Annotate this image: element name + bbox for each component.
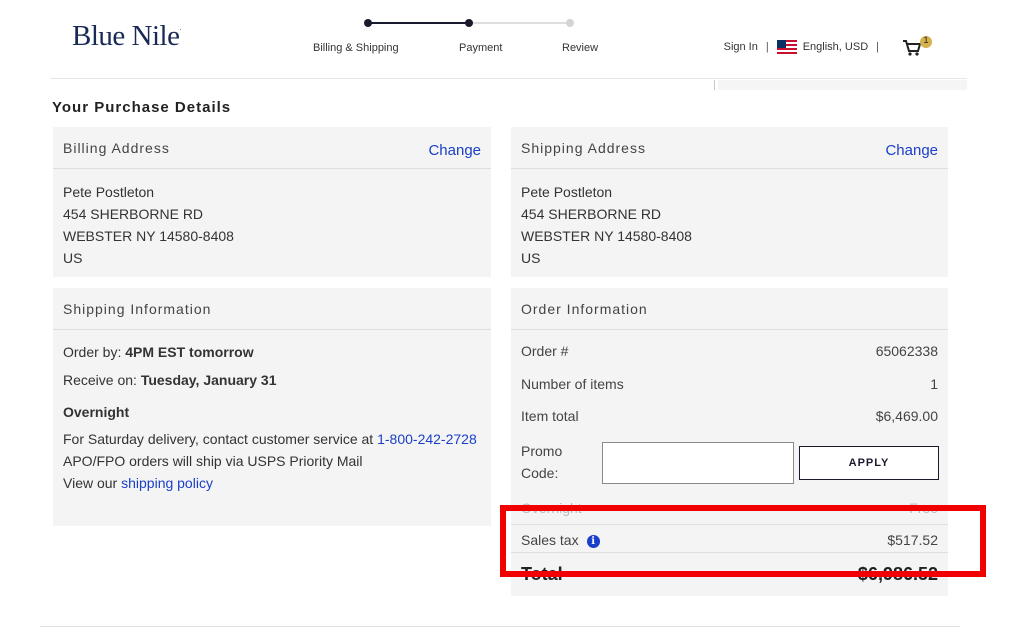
order-by-line: Order by: 4PM EST tomorrow — [63, 344, 254, 360]
billing-country: US — [63, 250, 83, 266]
header-divider — [50, 78, 967, 79]
header-utility: Sign In | English, USD | — [724, 40, 887, 54]
order-information-title: Order Information — [521, 300, 648, 317]
receive-on-line: Receive on: Tuesday, January 31 — [63, 372, 277, 388]
billing-address-header: Billing Address Change — [53, 127, 491, 169]
step-review: Review — [562, 42, 599, 54]
shipping-information-panel: Shipping Information Order by: 4PM EST t… — [53, 288, 491, 526]
cart-count-badge: 1 — [923, 35, 929, 45]
step-billing-dot — [364, 19, 372, 27]
shipping-information-header: Shipping Information — [53, 288, 491, 330]
language-selector[interactable]: English, USD — [776, 40, 869, 54]
shipping-country: US — [521, 250, 541, 266]
step-payment[interactable]: Payment — [459, 42, 502, 54]
item-total-row: Item total $6,469.00 — [521, 408, 938, 424]
sidebar-strip — [718, 80, 967, 90]
apply-promo-button[interactable]: APPLY — [799, 446, 939, 480]
apo-fpo-text: APO/FPO orders will ship via USPS Priori… — [63, 453, 363, 469]
checkout-progress: Billing & Shipping Payment Review — [300, 14, 620, 64]
blue-nile-logo[interactable]: Blue Nile. — [72, 20, 181, 53]
billing-change-link[interactable]: Change — [428, 142, 481, 159]
shipping-address-header: Shipping Address Change — [511, 127, 948, 169]
receive-on-value: Tuesday, January 31 — [140, 372, 277, 388]
customer-service-phone-link[interactable]: 1-800-242-2728 — [377, 431, 477, 447]
footer-divider — [40, 626, 960, 627]
shipping-address-body: Pete Postleton 454 SHERBORNE RD WEBSTER … — [511, 169, 948, 281]
order-information-header: Order Information — [511, 288, 948, 330]
shipping-information-body: Order by: 4PM EST tomorrow Receive on: T… — [53, 330, 491, 506]
page-title: Your Purchase Details — [52, 99, 232, 116]
separator: | — [765, 41, 769, 53]
billing-street: 454 SHERBORNE RD — [63, 206, 204, 222]
shipping-address-panel: Shipping Address Change Pete Postleton 4… — [511, 127, 948, 277]
billing-city: WEBSTER NY 14580-8408 — [63, 228, 234, 244]
separator: | — [876, 41, 879, 53]
step-payment-dot — [465, 19, 473, 27]
sidebar-edge — [714, 80, 715, 90]
step-billing-shipping[interactable]: Billing & Shipping — [313, 42, 399, 54]
shipping-address-title: Shipping Address — [521, 139, 646, 156]
shipping-city: WEBSTER NY 14580-8408 — [521, 228, 692, 244]
promo-code-input[interactable] — [602, 442, 794, 484]
shipping-method: Overnight — [63, 404, 130, 420]
progress-track — [364, 19, 574, 27]
promo-code-label: Promo Code: — [521, 443, 563, 481]
billing-address-body: Pete Postleton 454 SHERBORNE RD WEBSTER … — [53, 169, 491, 281]
order-number-value: 65062338 — [875, 343, 938, 359]
cart-button[interactable]: 1 — [902, 35, 934, 63]
highlight-annotation-box — [500, 505, 986, 577]
billing-name: Pete Postleton — [63, 184, 155, 200]
us-flag-icon — [776, 40, 797, 54]
number-of-items-value: 1 — [930, 376, 938, 392]
shipping-policy-line: View our shipping policy — [63, 475, 213, 491]
step-review-dot — [566, 19, 574, 27]
number-of-items-row: Number of items 1 — [521, 376, 938, 392]
sign-in-link[interactable]: Sign In — [724, 41, 758, 53]
shipping-policy-link[interactable]: shipping policy — [121, 475, 213, 491]
shipping-name: Pete Postleton — [521, 184, 613, 200]
item-total-value: $6,469.00 — [875, 408, 938, 424]
shipping-change-link[interactable]: Change — [885, 142, 938, 159]
order-by-value: 4PM EST tomorrow — [125, 344, 254, 360]
shipping-information-title: Shipping Information — [63, 300, 212, 317]
language-label: English, USD — [802, 41, 869, 53]
order-number-row: Order # 65062338 — [521, 343, 938, 359]
billing-address-panel: Billing Address Change Pete Postleton 45… — [53, 127, 491, 277]
shipping-street: 454 SHERBORNE RD — [521, 206, 662, 222]
billing-address-title: Billing Address — [63, 139, 170, 156]
saturday-delivery-text: For Saturday delivery, contact customer … — [63, 431, 477, 447]
